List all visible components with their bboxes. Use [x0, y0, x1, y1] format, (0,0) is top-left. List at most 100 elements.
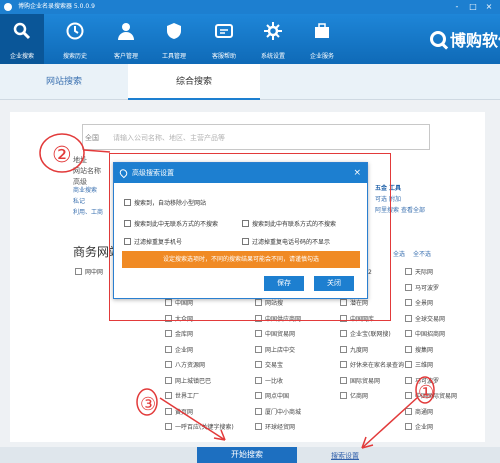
- site-checkbox[interactable]: 厦门中小商城: [255, 407, 302, 417]
- advanced-settings-dialog: 高级搜索设置 × 搜索到，自动移除小型网站 搜索到此中无联系方式的不搜索 搜索到…: [113, 162, 368, 299]
- site-label: 三维网: [415, 362, 434, 369]
- site-checkbox[interactable]: 企业网: [165, 345, 194, 355]
- option-checkbox[interactable]: 搜索到此中有联系方式的不搜索: [242, 219, 336, 228]
- site-checkbox[interactable]: 网上店中交: [255, 345, 296, 355]
- category-link[interactable]: 查看全部: [401, 207, 425, 214]
- site-label: 厦门中小商城: [265, 408, 302, 416]
- shield-icon: [167, 23, 181, 39]
- site-label: 八方资源网: [175, 362, 206, 369]
- gear-icon: [264, 22, 282, 40]
- toolbar-help[interactable]: 客服帮助: [202, 14, 246, 64]
- site-checkbox[interactable]: 金库网: [165, 330, 193, 339]
- service-icon: [315, 23, 329, 38]
- app-window: 博购企业名录搜索器 5.0.0.9 - □ × 企业搜索 搜索历史 客户管理 工…: [0, 0, 500, 463]
- site-checkbox[interactable]: 九度网: [340, 345, 368, 355]
- site-checkbox[interactable]: 天际网: [405, 268, 433, 277]
- search-input[interactable]: 请输入公司名称、地区、主营产品等: [113, 133, 225, 143]
- site-label: 马可波罗: [415, 377, 440, 385]
- select-all-link[interactable]: 全选: [393, 249, 405, 258]
- toolbar-service[interactable]: 企业服务: [300, 14, 344, 64]
- toolbar-label: 客服帮助: [211, 53, 236, 60]
- search-icon: [13, 22, 31, 40]
- tab-integrated-search[interactable]: 综合搜索: [128, 64, 260, 100]
- option-checkbox[interactable]: 过滤掉重复手机号: [124, 237, 182, 246]
- view-links: 全选 全不选: [393, 249, 431, 258]
- toolbar-label: 工具管理: [161, 53, 186, 60]
- site-label: 一呼百应(关键字搜索): [175, 424, 234, 431]
- site-checkbox[interactable]: 马可波罗: [405, 283, 439, 293]
- dialog-title: 高级搜索设置: [132, 169, 174, 177]
- site-checkbox[interactable]: 网上城镇巴巴: [165, 376, 211, 386]
- site-label: 网上店中交: [265, 346, 296, 354]
- toolbar-history[interactable]: 搜索历史: [53, 14, 97, 64]
- site-label: 黄页网: [175, 408, 194, 416]
- site-label: 金库网: [175, 331, 194, 338]
- maximize-button[interactable]: □: [468, 2, 478, 11]
- option-checkbox[interactable]: 搜索到此中无联系方式的不搜索: [124, 219, 218, 228]
- site-checkbox[interactable]: 商通网: [405, 407, 433, 417]
- address-label: 地址: [73, 156, 87, 164]
- site-checkbox[interactable]: 全景网: [405, 299, 433, 308]
- toolbar-label: 客户管理: [113, 53, 138, 60]
- site-label: 中国招商网: [415, 331, 446, 338]
- app-logo-icon: [4, 3, 12, 11]
- help-icon: [215, 24, 233, 38]
- toolbar-settings[interactable]: 系统设置: [251, 14, 295, 64]
- toolbar-label: 系统设置: [260, 53, 285, 60]
- save-button[interactable]: 保存: [264, 276, 304, 291]
- site-checkbox[interactable]: 交易宝: [255, 361, 283, 370]
- site-label: 国际贸易网: [350, 377, 381, 385]
- site-checkbox[interactable]: 环球经贸网: [255, 423, 295, 432]
- toolbar-customers[interactable]: 客户管理: [104, 14, 148, 64]
- toolbar-search[interactable]: 企业搜索: [0, 14, 44, 64]
- select-none-link[interactable]: 全不选: [413, 249, 431, 258]
- site-checkbox[interactable]: 国际贸易网: [340, 376, 381, 386]
- search-box[interactable]: 全国 请输入公司名称、地区、主营产品等: [82, 124, 430, 150]
- site-label: 环球经贸网: [265, 424, 296, 431]
- minimize-button[interactable]: -: [452, 2, 462, 11]
- site-checkbox[interactable]: 八方资源网: [165, 361, 205, 370]
- location-pin-icon: [118, 167, 129, 179]
- region-select[interactable]: 全国: [85, 133, 99, 143]
- option-checkbox[interactable]: 搜索到，自动移除小型网站: [124, 198, 206, 207]
- site-checkbox[interactable]: 一比收: [255, 376, 283, 386]
- site-label: 交易宝: [265, 362, 284, 369]
- site-checkbox[interactable]: 一呼百应(关键字搜索): [165, 423, 234, 432]
- site-checkbox[interactable]: 好休来在家名录查询: [340, 361, 404, 370]
- site-label: 网点中国: [265, 393, 290, 400]
- site-checkbox[interactable]: 网点中国: [255, 392, 289, 401]
- site-label: 网中网: [85, 269, 104, 276]
- option-label: 搜索到，自动移除小型网站: [134, 200, 207, 207]
- dialog-close-button[interactable]: ×: [353, 163, 361, 183]
- site-checkbox[interactable]: 黄页网: [165, 407, 194, 417]
- clock-icon: [66, 22, 84, 40]
- site-checkbox[interactable]: 企业宝(联网搜): [340, 330, 391, 339]
- site-checkbox[interactable]: 企业网: [405, 423, 433, 432]
- cancel-button[interactable]: 关闭: [314, 276, 354, 291]
- site-checkbox[interactable]: 中国国际贸易网: [405, 392, 457, 401]
- site-checkbox[interactable]: 马可波罗: [405, 376, 440, 386]
- site-checkbox[interactable]: 三维网: [405, 361, 433, 370]
- site-label: 企业网: [175, 346, 194, 354]
- tab-bar: 网站搜索 综合搜索: [0, 64, 500, 100]
- tab-web-search[interactable]: 网站搜索: [0, 64, 128, 100]
- site-checkbox[interactable]: 搜集网: [405, 345, 434, 355]
- site-label: 世界工厂: [175, 393, 200, 400]
- side-labels: 地址 网站名称 高级: [73, 155, 101, 188]
- close-button[interactable]: ×: [484, 2, 494, 11]
- site-label: 搜集网: [415, 346, 434, 354]
- option-checkbox[interactable]: 过滤掉重复电话号码的不显示: [242, 237, 330, 246]
- toolbar-tools[interactable]: 工具管理: [152, 14, 196, 64]
- site-checkbox[interactable]: 网中网: [75, 268, 103, 277]
- start-search-button[interactable]: 开始搜索: [197, 447, 297, 463]
- site-label: 企业网: [415, 424, 434, 431]
- search-settings-link[interactable]: 搜索设置: [331, 451, 359, 461]
- site-checkbox[interactable]: 世界工厂: [165, 392, 199, 401]
- option-label: 过滤掉重复手机号: [134, 239, 183, 246]
- user-icon: [118, 23, 134, 40]
- site-checkbox[interactable]: 全球交易网: [405, 314, 445, 324]
- site-checkbox[interactable]: 亿商网: [340, 392, 368, 401]
- site-label: 天际网: [415, 269, 434, 276]
- site-checkbox[interactable]: 中国贸易网: [255, 330, 295, 339]
- site-checkbox[interactable]: 中国招商网: [405, 330, 445, 339]
